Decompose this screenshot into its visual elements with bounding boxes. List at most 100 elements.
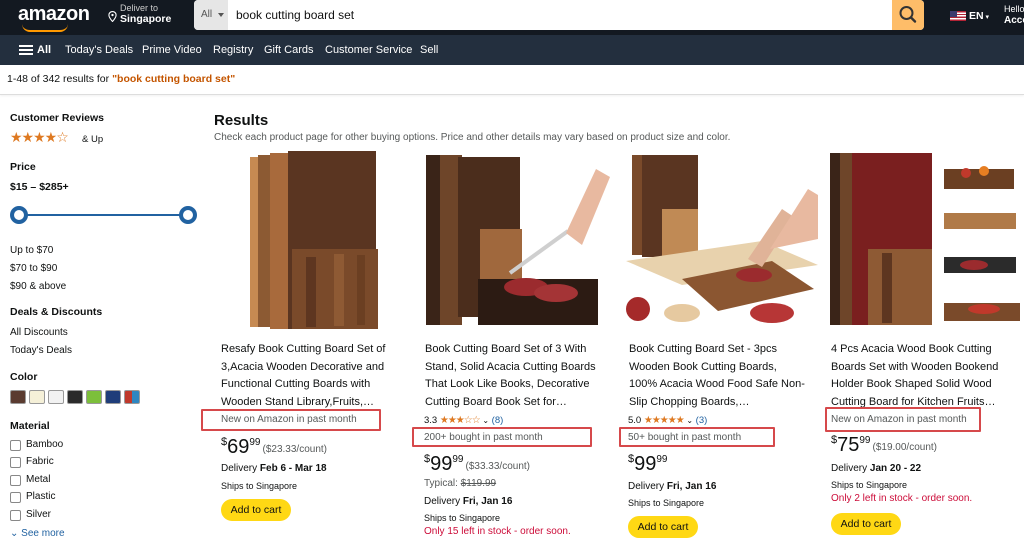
results-subtitle: Check each product page for other buying…: [214, 132, 731, 143]
ships-to: Ships to Singapore: [831, 480, 908, 490]
price-filter-90-and-above[interactable]: $90 & above: [10, 281, 66, 292]
price-heading: Price: [10, 161, 36, 173]
price-slider-min-handle[interactable]: [10, 206, 28, 224]
price-cents: 99: [859, 435, 871, 446]
price-whole: 99: [430, 453, 453, 475]
add-to-cart-button[interactable]: Add to cart: [221, 499, 291, 521]
color-swatch-brown[interactable]: [10, 390, 26, 404]
book-cutting-board-image: [622, 149, 818, 333]
language-selector[interactable]: EN ▾: [969, 10, 989, 22]
chevron-down-icon: ⌄: [482, 416, 490, 425]
chevron-down-icon: [218, 13, 224, 17]
product-card: Resafy Book Cutting Board Set of 3,Acaci…: [201, 149, 412, 549]
deliver-to[interactable]: Deliver to Singapore: [108, 3, 171, 25]
product-image[interactable]: [622, 149, 818, 333]
color-swatch-multi[interactable]: [124, 390, 140, 404]
hamburger-menu-icon[interactable]: [19, 45, 33, 55]
nav-prime-video[interactable]: Prime Video: [142, 35, 202, 65]
delivery-info: Delivery Jan 20 - 22: [831, 463, 921, 474]
delivery-date: Feb 6 - Mar 18: [259, 463, 327, 474]
price-whole: 75: [837, 434, 860, 456]
chevron-down-icon: ⌄: [686, 416, 694, 425]
material-metal[interactable]: Metal: [26, 474, 50, 485]
unit-price: ($19.00/count): [872, 442, 938, 453]
us-flag-icon[interactable]: [950, 11, 966, 21]
results-heading: Results: [214, 112, 269, 129]
product-image[interactable]: [824, 149, 1024, 333]
book-cutting-board-image: [824, 149, 1024, 333]
color-swatch-beige[interactable]: [29, 390, 45, 404]
price-whole: 99: [634, 453, 657, 475]
material-silver[interactable]: Silver: [26, 509, 51, 520]
typical-price-value: $119.99: [460, 478, 497, 489]
color-swatch-blue[interactable]: [105, 390, 121, 404]
product-image[interactable]: [214, 149, 412, 333]
price-filter-up-to-70[interactable]: Up to $70: [10, 245, 53, 256]
star-outline-icon: ☆: [56, 129, 69, 145]
search-input[interactable]: [230, 0, 890, 30]
product-price: $9999: [628, 453, 668, 476]
material-heading: Material: [10, 420, 50, 432]
material-checkbox[interactable]: [10, 440, 21, 451]
delivery-label: Delivery: [221, 463, 260, 474]
product-image[interactable]: [418, 149, 616, 333]
price-cents: 99: [452, 454, 464, 465]
material-checkbox[interactable]: [10, 457, 21, 468]
nav-todays-deals[interactable]: Today's Deals: [65, 35, 133, 65]
color-swatch-black[interactable]: [67, 390, 83, 404]
unit-price: ($23.33/count): [262, 444, 328, 455]
product-title[interactable]: Book Cutting Board Set - 3pcs Wooden Boo…: [629, 341, 805, 411]
stock-warning: Only 15 left in stock - order soon.: [424, 526, 571, 537]
nav-registry[interactable]: Registry: [213, 35, 253, 65]
price-range: $15 – $285+: [10, 181, 69, 193]
results-count-bar: 1-48 of 342 results for "book cutting bo…: [0, 65, 1024, 95]
material-bamboo[interactable]: Bamboo: [26, 439, 63, 450]
nav-gift-cards[interactable]: Gift Cards: [264, 35, 314, 65]
book-cutting-board-image: [418, 149, 616, 333]
deals-todays-deals[interactable]: Today's Deals: [10, 345, 72, 356]
nav-customer-service[interactable]: Customer Service: [325, 35, 412, 65]
nav-bar: All Today's Deals Prime Video Registry G…: [0, 35, 1024, 65]
search-button[interactable]: [892, 0, 924, 30]
product-rating[interactable]: 3.3 ★★★☆☆ ⌄ (8): [424, 415, 503, 426]
add-to-cart-button[interactable]: Add to cart: [628, 516, 698, 538]
material-checkbox[interactable]: [10, 510, 21, 521]
price-slider-max-handle[interactable]: [179, 206, 197, 224]
four-stars-and-up-filter[interactable]: ★★★★☆: [10, 129, 69, 146]
account-menu[interactable]: Hello Acco: [1004, 4, 1024, 26]
product-title[interactable]: 4 Pcs Acacia Wood Book Cutting Boards Se…: [831, 341, 1007, 411]
product-price: $7599($19.00/count): [831, 434, 937, 457]
product-title[interactable]: Resafy Book Cutting Board Set of 3,Acaci…: [221, 341, 397, 411]
chevron-down-icon: ⌄: [10, 528, 22, 539]
amazon-logo[interactable]: amazon: [18, 3, 90, 26]
see-more-link[interactable]: ⌄ See more: [10, 528, 65, 539]
product-title[interactable]: Book Cutting Board Set of 3 With Stand, …: [425, 341, 601, 411]
deals-all-discounts[interactable]: All Discounts: [10, 327, 68, 338]
deals-heading: Deals & Discounts: [10, 306, 103, 318]
reviews-and-up[interactable]: & Up: [82, 134, 103, 145]
product-card: Book Cutting Board Set of 3 With Stand, …: [412, 149, 616, 549]
material-fabric[interactable]: Fabric: [26, 456, 54, 467]
material-checkbox[interactable]: [10, 492, 21, 503]
rating-value: 3.3: [424, 415, 438, 426]
nav-sell[interactable]: Sell: [420, 35, 438, 65]
price-filter-70-to-90[interactable]: $70 to $90: [10, 263, 57, 274]
color-swatch-green[interactable]: [86, 390, 102, 404]
nav-all[interactable]: All: [37, 35, 51, 65]
reviews-heading: Customer Reviews: [10, 112, 104, 124]
product-rating[interactable]: 5.0 ★★★★★ ⌄ (3): [628, 415, 707, 426]
delivery-date: Fri, Jan 16: [666, 481, 717, 492]
search-category-dropdown[interactable]: All: [194, 0, 228, 30]
product-price: $9999($33.33/count): [424, 453, 530, 476]
price-slider-track[interactable]: [20, 214, 190, 216]
results-count: 1-48 of 342 results for: [7, 73, 113, 85]
material-checkbox[interactable]: [10, 475, 21, 486]
star-icon: ★★★☆☆: [439, 415, 481, 426]
color-swatch-white[interactable]: [48, 390, 64, 404]
add-to-cart-button[interactable]: Add to cart: [831, 513, 901, 535]
rating-count: (8): [491, 415, 504, 426]
color-heading: Color: [10, 371, 38, 383]
star-icon: ★★★★★: [643, 415, 685, 426]
product-card: Book Cutting Board Set - 3pcs Wooden Boo…: [619, 149, 818, 549]
material-plastic[interactable]: Plastic: [26, 491, 55, 502]
